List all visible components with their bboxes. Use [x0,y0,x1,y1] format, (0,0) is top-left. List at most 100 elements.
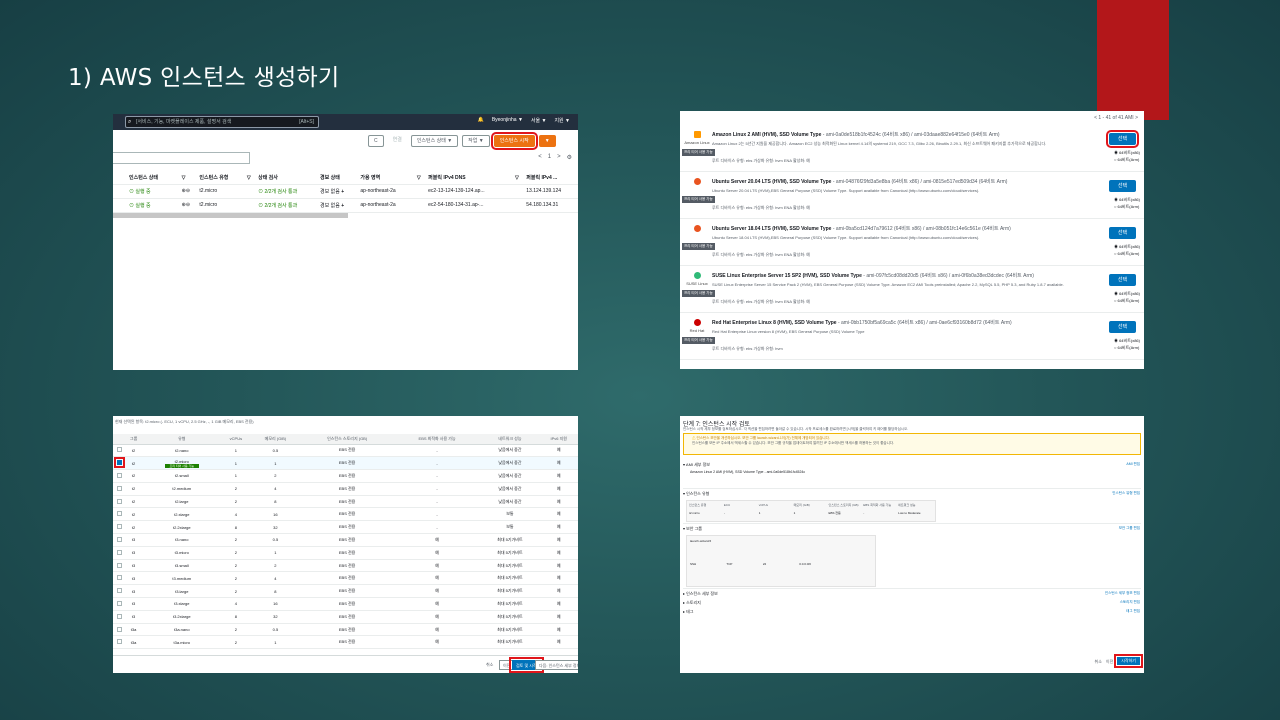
instance-state-button[interactable]: 인스턴스 상태 ▼ [410,135,459,147]
row-checkbox[interactable] [113,610,125,624]
row-checkbox[interactable] [113,444,125,458]
col-header[interactable]: 그룹 [125,434,143,445]
row-checkbox[interactable] [113,469,125,483]
select-button[interactable]: 선택 [1109,180,1136,192]
row-checkbox[interactable] [113,456,125,471]
checkbox-icon[interactable] [116,626,122,632]
checkbox-icon[interactable] [116,485,122,491]
row-checkbox[interactable] [113,623,125,637]
table-row[interactable]: t3 t3.nano 2 0.5 EBS 전용 예 최대 5기가비트 예 [113,533,578,547]
table-row[interactable]: t2 t2.small 1 2 EBS 전용 - 낮음에서 중간 예 [113,469,578,483]
row-checkbox[interactable] [113,482,125,496]
checkbox-icon[interactable] [116,549,122,555]
connect-button[interactable]: 연결 [387,135,407,147]
sort-icon[interactable]: ▽ [177,172,196,185]
arch-radio-group[interactable]: ◉ 64비트(x86) ○ 64비트(Arm) [1114,243,1140,257]
arch-radio-group[interactable]: ◉ 64비트(x86) ○ 64비트(Arm) [1114,290,1140,304]
zoom-icon[interactable]: ⊕⊖ [177,198,196,213]
next-page-button[interactable]: > [557,154,561,161]
col-header[interactable]: IPv6 지원 [539,434,578,445]
edit-storage-link[interactable]: 스토리지 편집 [1120,600,1140,605]
col-header[interactable]: 퍼블릭 IPv4 DNS [424,172,511,185]
table-row[interactable]: t3 t3.xlarge 4 16 EBS 전용 예 최대 5기가비트 예 [113,597,578,611]
select-button[interactable]: 선택 [1109,227,1136,239]
region-menu[interactable]: 서울 ▼ [531,117,547,124]
col-header[interactable]: 퍼블릭 IPv4 ... [522,172,578,185]
checkbox-icon[interactable] [116,613,122,619]
page-number[interactable]: 1 [548,154,551,161]
checkbox-icon[interactable] [116,498,122,504]
row-checkbox[interactable] [113,507,125,522]
col-header[interactable]: 가용 영역 [356,172,413,185]
horizontal-scrollbar[interactable] [113,213,348,218]
checkbox-icon[interactable] [116,524,122,530]
col-header[interactable]: 인스턴스 유형 [195,172,243,185]
refresh-button[interactable]: C [368,135,384,147]
next-configure-button[interactable]: 다음: 인스턴스 세부 정보 구성 [535,660,578,670]
checkbox-icon[interactable] [116,472,122,478]
checkbox-icon[interactable] [116,639,122,645]
row-checkbox[interactable] [113,533,125,547]
col-header[interactable]: vCPUs [221,434,251,445]
prev-page-button[interactable]: < [538,154,542,161]
checkbox-icon[interactable] [113,457,125,469]
col-header[interactable] [113,434,125,445]
col-header[interactable]: 상태 검사 [254,172,317,185]
checkbox-icon[interactable] [116,600,122,606]
checkbox-icon[interactable] [116,536,122,542]
table-row[interactable]: t3a t3a.micro 2 1 EBS 전용 예 최대 5기가비트 예 [113,635,578,650]
section-instance-details[interactable]: ▸ 인스턴스 세부 정보 [683,591,718,597]
row-checkbox[interactable] [113,546,125,560]
row-checkbox[interactable] [113,597,125,611]
table-row[interactable]: t2 t2.xlarge 4 16 EBS 전용 - 보통 예 [113,507,578,522]
section-tags[interactable]: ▸ 태그 [683,609,694,615]
sort-icon[interactable]: ▽ [242,172,255,185]
table-row[interactable]: ⊙ 실행 중 ⊕⊖ t2.micro ⊙ 2/2개 검사 통과 경보 없음 + … [113,184,578,199]
table-row[interactable]: t3 t3.micro 2 1 EBS 전용 예 최대 5기가비트 예 [113,546,578,560]
select-button[interactable]: 선택 [1106,130,1139,148]
col-header[interactable]: EBS 최적화 사용 가능 [393,434,481,445]
col-header[interactable]: 메모리 (GiB) [250,434,301,445]
table-row[interactable]: t2 t2.micro 프리 티어 사용 가능 1 1 EBS 전용 - 낮음에서 중간 예 [113,456,578,471]
table-row[interactable]: t3 t3.small 2 2 EBS 전용 예 최대 5기가비트 예 [113,559,578,573]
table-row[interactable]: t3 t3.medium 2 4 EBS 전용 예 최대 5기가비트 예 [113,571,578,586]
bell-icon[interactable]: 🔔 [478,117,484,124]
launch-dropdown-button[interactable]: ▼ [538,135,556,147]
sort-icon[interactable]: ▽ [412,172,425,185]
launch-button[interactable]: 시작하기 [1114,654,1143,668]
service-search-input[interactable]: ⌕ [서비스, 기능, 마켓플레이스 제품, 설명서 검색 [Alt+S] [125,116,319,128]
actions-button[interactable]: 작업 ▼ [462,135,490,147]
checkbox-icon[interactable] [116,562,122,568]
support-menu[interactable]: 지원 ▼ [554,117,570,124]
section-storage[interactable]: ▸ 스토리지 [683,600,701,606]
filter-input[interactable] [113,152,250,164]
table-row[interactable]: t2 t2.large 2 8 EBS 전용 - 낮음에서 중간 예 [113,495,578,509]
checkbox-icon[interactable] [116,588,122,594]
account-menu[interactable]: Byeonjinha ▼ [492,117,523,124]
col-header[interactable]: 인스턴스 상태 [113,172,178,185]
edit-ami-link[interactable]: AMI 편집 [1126,462,1140,467]
table-row[interactable]: t2 t2.2xlarge 8 32 EBS 전용 - 보통 예 [113,520,578,535]
previous-button[interactable]: 이전 [1106,657,1113,665]
edit-instance-details-link[interactable]: 인스턴스 세부 정보 편집 [1105,591,1140,596]
checkbox-icon[interactable] [116,511,122,517]
arch-radio-group[interactable]: ◉ 64비트(x86) ○ 64비트(Arm) [1114,149,1140,163]
row-checkbox[interactable] [113,559,125,573]
ami-pagination[interactable]: < 1 - 41 of 41 AMI > [1094,115,1138,121]
table-row[interactable]: t2 t2.nano 1 0.5 EBS 전용 - 낮음에서 중간 예 [113,444,578,458]
cancel-button[interactable]: 취소 [483,660,497,670]
table-row[interactable]: t3 t3.large 2 8 EBS 전용 예 최대 5기가비트 예 [113,584,578,599]
row-checkbox[interactable] [113,495,125,509]
col-header[interactable]: 네트워크 성능 [480,434,540,445]
row-checkbox[interactable] [113,584,125,599]
table-row[interactable]: t3 t3.2xlarge 8 32 EBS 전용 예 최대 5기가비트 예 [113,610,578,624]
select-button[interactable]: 선택 [1109,274,1136,286]
col-header[interactable]: 경보 상태 [316,172,357,185]
gear-icon[interactable]: ⚙ [567,154,572,161]
table-row[interactable]: t2 t2.medium 2 4 EBS 전용 - 낮음에서 중간 예 [113,482,578,496]
edit-security-group-link[interactable]: 보안 그룹 편집 [1119,526,1140,531]
row-checkbox[interactable] [113,520,125,535]
col-header[interactable]: 유형 [142,434,222,445]
arch-radio-group[interactable]: ◉ 64비트(x86) ○ 64비트(Arm) [1114,337,1140,351]
edit-tags-link[interactable]: 태그 편집 [1126,609,1140,614]
